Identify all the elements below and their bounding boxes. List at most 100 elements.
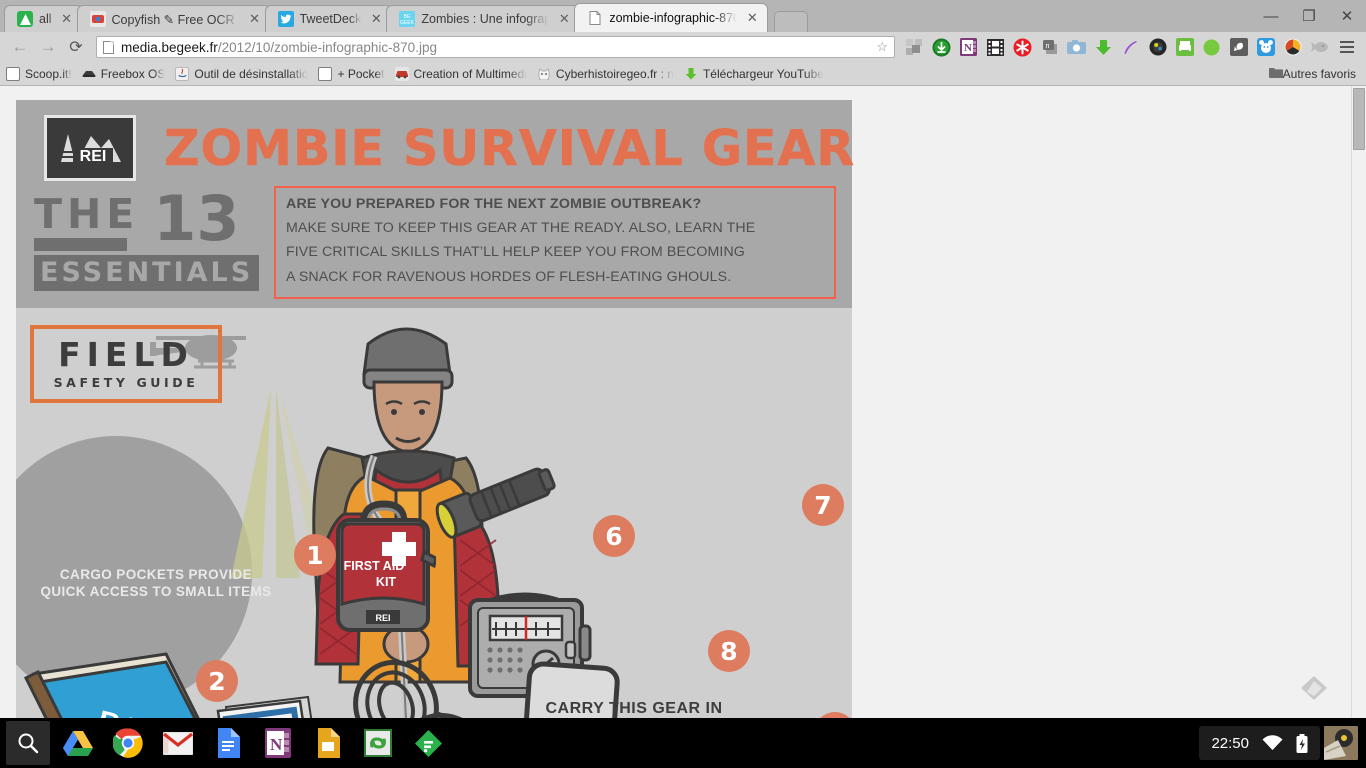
bookmarks-bar: Scoop.it! Freebox OS Outil de désinstall… (0, 62, 1366, 86)
green-printer-icon[interactable] (1171, 34, 1198, 60)
feedly-icon (17, 11, 33, 27)
tab-label: Zombies : Une infographie (421, 12, 550, 26)
begeek-icon: BE GEEK (399, 11, 416, 27)
page-info-icon[interactable] (103, 40, 114, 54)
bookmark-freebox-os[interactable]: Freebox OS (82, 66, 166, 81)
shelf-item-onenote[interactable]: N (256, 721, 300, 765)
bookmark-other-favorites[interactable]: Autres favoris (1268, 66, 1356, 81)
onenote-icon[interactable]: N (955, 34, 982, 60)
speech-bubble-icon[interactable] (1225, 34, 1252, 60)
shelf-item-google-drive[interactable] (56, 721, 100, 765)
freebox-icon (82, 67, 96, 81)
address-bar[interactable]: media.begeek.fr /2012/10/zombie-infograp… (96, 36, 895, 58)
window-controls: — ❐ ✕ (1252, 0, 1366, 32)
bookmark-label: Autres favoris (1282, 66, 1356, 81)
bookmark-label: Creation of Multimedi (413, 66, 527, 81)
blue-bear-icon[interactable] (1252, 34, 1279, 60)
restore-button[interactable]: ❐ (1290, 0, 1328, 32)
feedly-icon (414, 729, 442, 757)
shelf-item-sync-app[interactable] (356, 721, 400, 765)
browser-tab-zombie-infographic-image[interactable]: zombie-infographic-870.jp ✕ (574, 3, 769, 32)
user-avatar[interactable] (1324, 726, 1358, 760)
close-icon[interactable]: ✕ (369, 11, 383, 27)
bookmark-creation-of-multimedia[interactable]: Creation of Multimedi (394, 66, 527, 81)
browser-tab-tweetdeck[interactable]: TweetDeck ✕ (264, 5, 393, 32)
onenote-icon: N (265, 728, 291, 758)
feedly-floating-button[interactable] (1298, 672, 1330, 704)
red-asterisk-icon[interactable] (1009, 34, 1036, 60)
tab-label: Copyfish ✎ Free OCR Sof (111, 12, 240, 27)
forward-icon[interactable]: → (34, 34, 62, 60)
browser-tab-all[interactable]: all ✕ (4, 5, 83, 32)
shelf-item-google-docs[interactable] (206, 721, 250, 765)
callout-badge-8[interactable]: 8 (708, 630, 750, 672)
scrollbar-thumb[interactable] (1353, 88, 1365, 150)
tab-label: TweetDeck (299, 12, 362, 26)
system-shelf: N 22:50 (0, 718, 1366, 768)
wifi-icon[interactable] (1262, 735, 1283, 751)
browser-tab-copyfish[interactable]: Copyfish ✎ Free OCR Sof ✕ (76, 5, 271, 32)
bookmark-label: Téléchargeur YouTube (702, 66, 824, 81)
app-launcher-button[interactable] (6, 721, 50, 765)
first-aid-label-1: FIRST AID (344, 559, 405, 573)
callout-heading: ARE YOU PREPARED FOR THE NEXT ZOMBIE OUT… (286, 196, 702, 212)
close-window-button[interactable]: ✕ (1328, 0, 1366, 32)
film-strip-icon[interactable] (982, 34, 1009, 60)
green-dot-icon[interactable] (1198, 34, 1225, 60)
bookmark-label: Freebox OS (100, 66, 166, 81)
tab-label: all (39, 12, 52, 26)
close-icon[interactable]: ✕ (60, 11, 74, 27)
camera-icon[interactable] (1063, 34, 1090, 60)
close-icon[interactable]: ✕ (248, 11, 262, 27)
tab-strip: all ✕ Copyfish ✎ Free OCR Sof ✕ TweetDec… (0, 0, 1366, 32)
callout-badge-6[interactable]: 6 (593, 515, 635, 557)
close-icon[interactable]: ✕ (557, 11, 571, 27)
bookmark-telechargeur-youtube[interactable]: Téléchargeur YouTube (684, 67, 824, 81)
callout-line-3: A SNACK FOR RAVENOUS HORDES OF FLESH-EAT… (286, 268, 732, 285)
evernote-clipper-icon[interactable]: n (1036, 34, 1063, 60)
hamburger-menu-icon[interactable] (1333, 34, 1360, 60)
callout-badge-1[interactable]: 1 (294, 534, 336, 576)
close-icon[interactable]: ✕ (745, 10, 759, 26)
bookmark-cyberhistoiregeo[interactable]: Cyberhistoiregeo.fr : n (537, 67, 674, 81)
shelf-item-google-slides[interactable] (306, 721, 350, 765)
green-download-icon[interactable] (928, 34, 955, 60)
lens-icon[interactable] (1144, 34, 1171, 60)
infographic-illustration: FIELD SAFETY GUIDE CARGO POCKETS PROVIDE… (16, 308, 852, 718)
shelf-item-gmail[interactable] (156, 721, 200, 765)
new-tab-button[interactable] (774, 11, 809, 32)
callout-badge-7[interactable]: 7 (802, 484, 844, 526)
copyfish-icon (89, 11, 106, 27)
bookmark-outil-desinstallation[interactable]: Outil de désinstallatio (175, 66, 309, 81)
rei-logo: REI (44, 115, 136, 181)
search-icon (18, 733, 39, 754)
callout-badge-2[interactable]: 2 (196, 660, 238, 702)
clock: 22:50 (1211, 734, 1249, 752)
green-download-arrow-icon[interactable] (1090, 34, 1117, 60)
browser-window: all ✕ Copyfish ✎ Free OCR Sof ✕ TweetDec… (0, 0, 1366, 718)
infographic-header: REI ZOMBIE SURVIVAL GEAR THE 13 ESSENTIA… (16, 100, 854, 308)
bookmark-label: Outil de désinstallatio (194, 66, 309, 81)
bookmark-pocket[interactable]: + Pocket (318, 66, 385, 81)
google-docs-icon (218, 728, 240, 758)
pocket-icon[interactable] (1279, 34, 1306, 60)
gmail-icon (163, 731, 193, 755)
java-icon (175, 66, 190, 81)
purple-feather-icon[interactable] (1117, 34, 1144, 60)
grey-fish-icon[interactable] (1306, 34, 1333, 60)
guide-subtitle: SAFETY GUIDE (53, 375, 199, 390)
bookmark-scoopit[interactable]: Scoop.it! (6, 66, 72, 81)
reload-icon[interactable]: ⟳ (62, 34, 90, 60)
vertical-scrollbar[interactable] (1351, 86, 1366, 718)
browser-tab-zombies-infographie[interactable]: BEGEEK Zombies : Une infographie ✕ (386, 5, 581, 32)
windows-tile-icon[interactable] (901, 34, 928, 60)
back-icon[interactable]: ← (6, 34, 34, 60)
shelf-item-feedly[interactable] (406, 721, 450, 765)
shelf-item-google-chrome[interactable] (106, 721, 150, 765)
battery-charging-icon[interactable] (1296, 733, 1308, 753)
svg-text:REI: REI (375, 613, 390, 623)
minimize-button[interactable]: — (1252, 0, 1290, 32)
bookmark-star-icon[interactable]: ☆ (876, 39, 888, 55)
svg-text:n: n (1045, 41, 1049, 50)
system-tray[interactable]: 22:50 (1199, 726, 1320, 760)
